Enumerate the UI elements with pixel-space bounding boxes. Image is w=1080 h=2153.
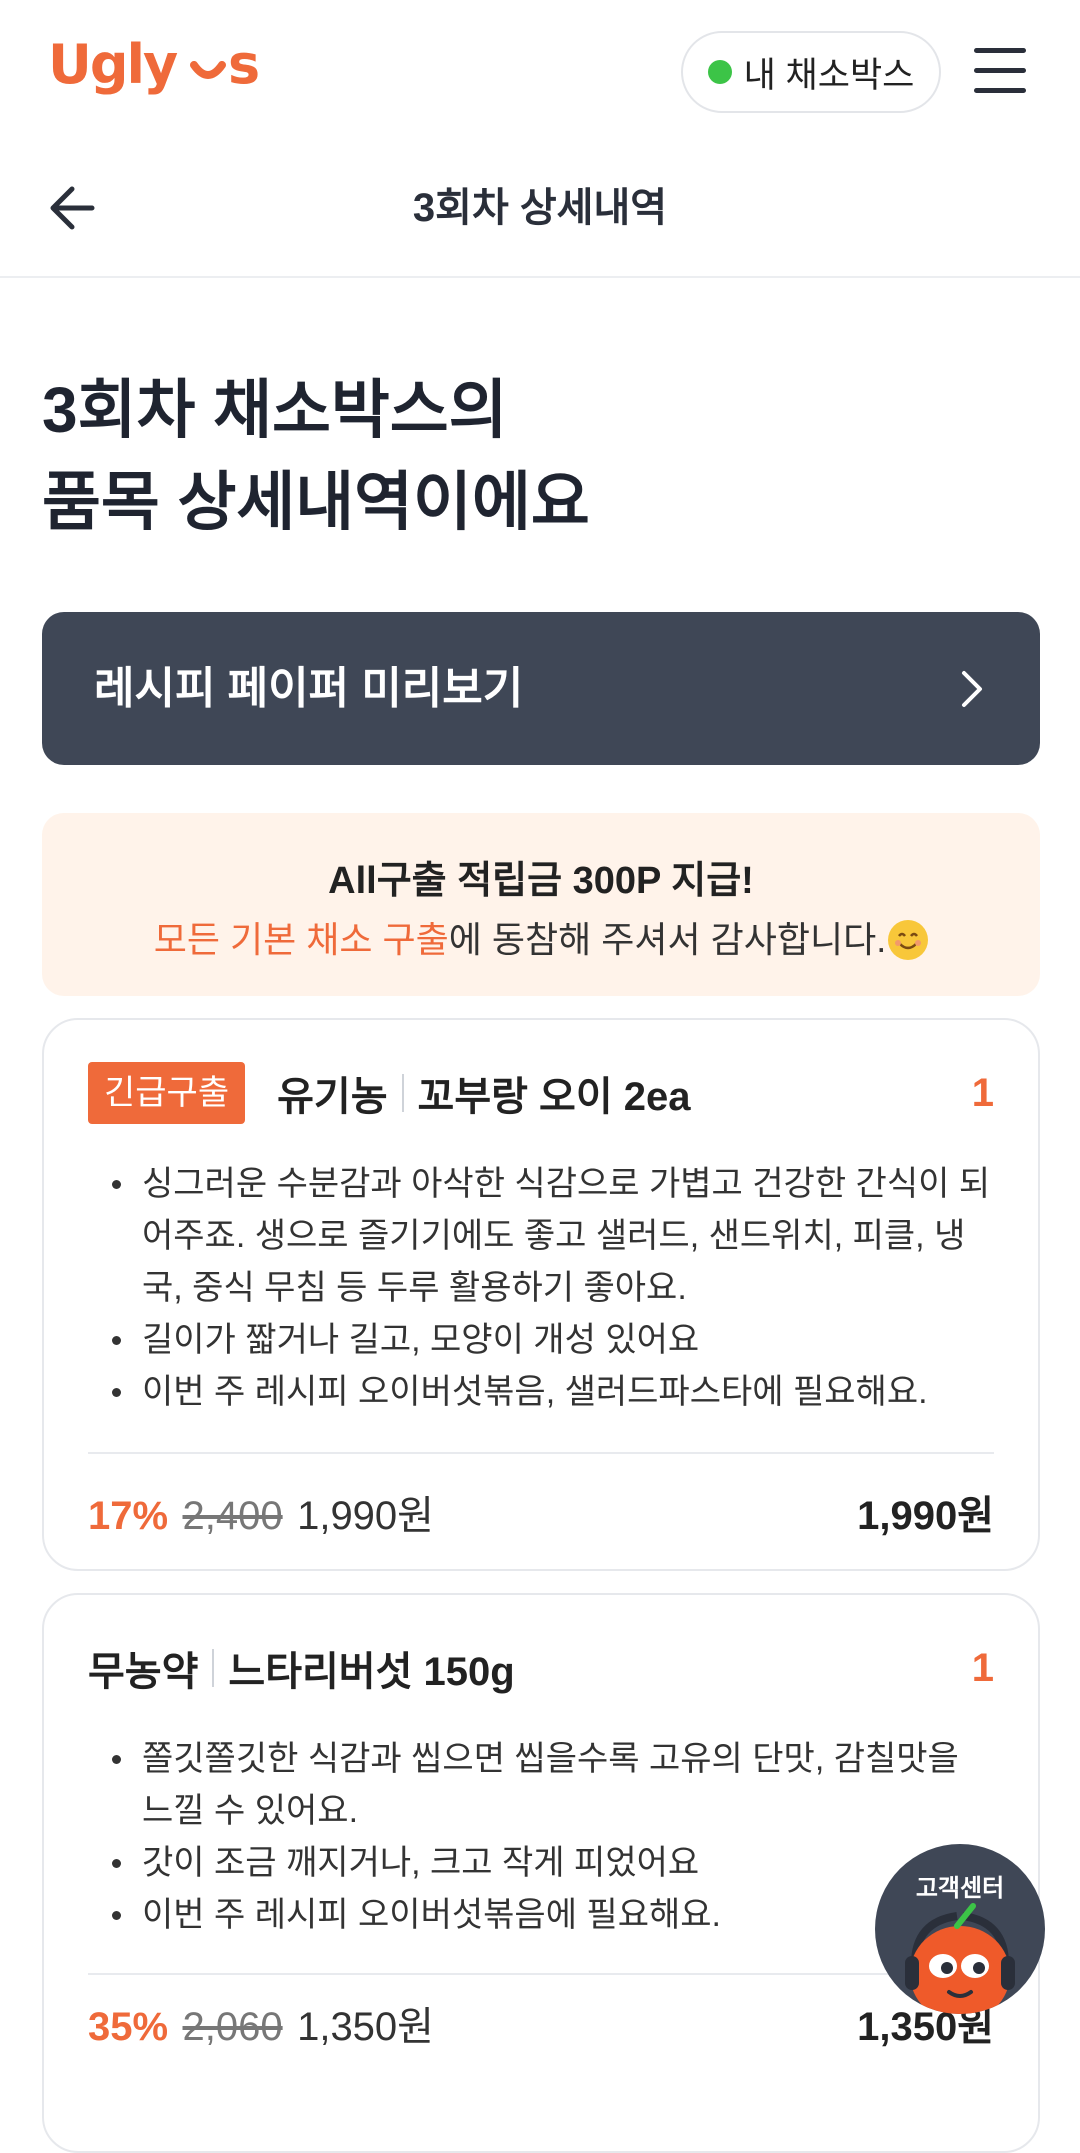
product-quantity: 1 (971, 1646, 994, 1690)
smiling-face-icon (888, 920, 929, 960)
tomato-mascot-icon (905, 1903, 1015, 2014)
notice-title: All구출 적립금 300P 지급! (328, 860, 754, 902)
page-title: 3회차 상세내역 (412, 186, 668, 230)
sub-navbar: 3회차 상세내역 (0, 140, 1080, 278)
status-dot-icon (707, 60, 732, 84)
original-price: 2,060 (182, 2005, 283, 2049)
reward-notice: All구출 적립금 300P 지급! 모든 기본 채소 구출에 동참해 주셔서 … (42, 813, 1040, 996)
discount-rate: 35% (88, 2005, 169, 2049)
product-type: 유기농 (277, 1075, 388, 1119)
heading-line-2: 품목 상세내역이에요 (42, 466, 590, 538)
logo-wordmark: Ugly s (48, 35, 260, 96)
product-header: 긴급구출 유기농 꼬부랑 오이 2ea (88, 1062, 994, 1124)
my-veggie-box-label: 내 채소박스 (743, 55, 915, 95)
chevron-right-icon (962, 671, 982, 707)
svg-text:s: s (228, 35, 258, 96)
product-quantity: 1 (971, 1071, 994, 1115)
notice-highlight: 모든 기본 채소 구출 (153, 919, 449, 960)
description-item: 이번 주 레시피 오이버섯볶음, 샐러드파스타에 필요해요. (88, 1366, 994, 1418)
ugly-us-logo[interactable]: Ugly s (48, 30, 266, 110)
divider (212, 1649, 215, 1687)
product-name: 꼬부랑 오이 2ea (417, 1075, 691, 1119)
product-header: 무농약 느타리버섯 150g (88, 1637, 994, 1699)
heading-line-1: 3회차 채소박스의 (42, 374, 508, 446)
sale-price: 1,350원 (297, 2005, 434, 2049)
description-item: 쫄깃쫄깃한 식감과 씹으면 씹을수록 고유의 단맛, 감칠맛을 느낄 수 있어요… (88, 1733, 994, 1837)
notice-rest: 에 동참해 주셔서 감사합니다. (448, 919, 887, 960)
urgent-rescue-badge: 긴급구출 (88, 1062, 246, 1124)
original-price: 2,400 (182, 1494, 283, 1538)
divider (401, 1074, 404, 1112)
hamburger-menu-icon[interactable] (972, 44, 1028, 96)
card-divider (88, 1973, 994, 1975)
price-row: 17% 2,400 1,990원 1,990원 (88, 1486, 994, 1546)
discount-rate: 17% (88, 1494, 169, 1538)
section-heading: 3회차 채소박스의 품목 상세내역이에요 (42, 364, 590, 548)
card-divider (88, 1452, 994, 1454)
customer-center-button[interactable]: 고객센터 (875, 1844, 1045, 2014)
product-description: 쫄깃쫄깃한 식감과 씹으면 씹을수록 고유의 단맛, 감칠맛을 느낄 수 있어요… (88, 1733, 994, 1941)
svg-text:Ugly: Ugly (48, 35, 178, 96)
back-arrow-icon[interactable] (42, 176, 106, 240)
total-price: 1,990원 (857, 1494, 994, 1538)
description-item: 갓이 조금 깨지거나, 크고 작게 피었어요 (88, 1837, 994, 1889)
product-description: 싱그러운 수분감과 아삭한 식감으로 가볍고 건강한 간식이 되어주죠. 생으로… (88, 1158, 994, 1418)
notice-message: 모든 기본 채소 구출에 동참해 주셔서 감사합니다. (42, 911, 1040, 963)
description-item: 길이가 짧거나 길고, 모양이 개성 있어요 (88, 1314, 994, 1366)
product-type: 무농약 (88, 1650, 199, 1694)
recipe-paper-preview-label: 레시피 페이퍼 미리보기 (94, 664, 524, 713)
product-name: 느타리버섯 150g (228, 1650, 515, 1694)
description-item: 싱그러운 수분감과 아삭한 식감으로 가볍고 건강한 간식이 되어주죠. 생으로… (88, 1158, 994, 1314)
recipe-paper-preview-button[interactable]: 레시피 페이퍼 미리보기 (42, 612, 1040, 765)
my-veggie-box-button[interactable]: 내 채소박스 (681, 31, 941, 113)
product-card: 긴급구출 유기농 꼬부랑 오이 2ea 1 싱그러운 수분감과 아삭한 식감으로… (42, 1018, 1040, 1571)
sale-price: 1,990원 (297, 1494, 434, 1538)
price-row: 35% 2,060 1,350원 1,350원 (88, 1997, 994, 2057)
description-item: 이번 주 레시피 오이버섯볶음에 필요해요. (88, 1889, 994, 1941)
top-bar: Ugly s 내 채소박스 (0, 0, 1080, 140)
